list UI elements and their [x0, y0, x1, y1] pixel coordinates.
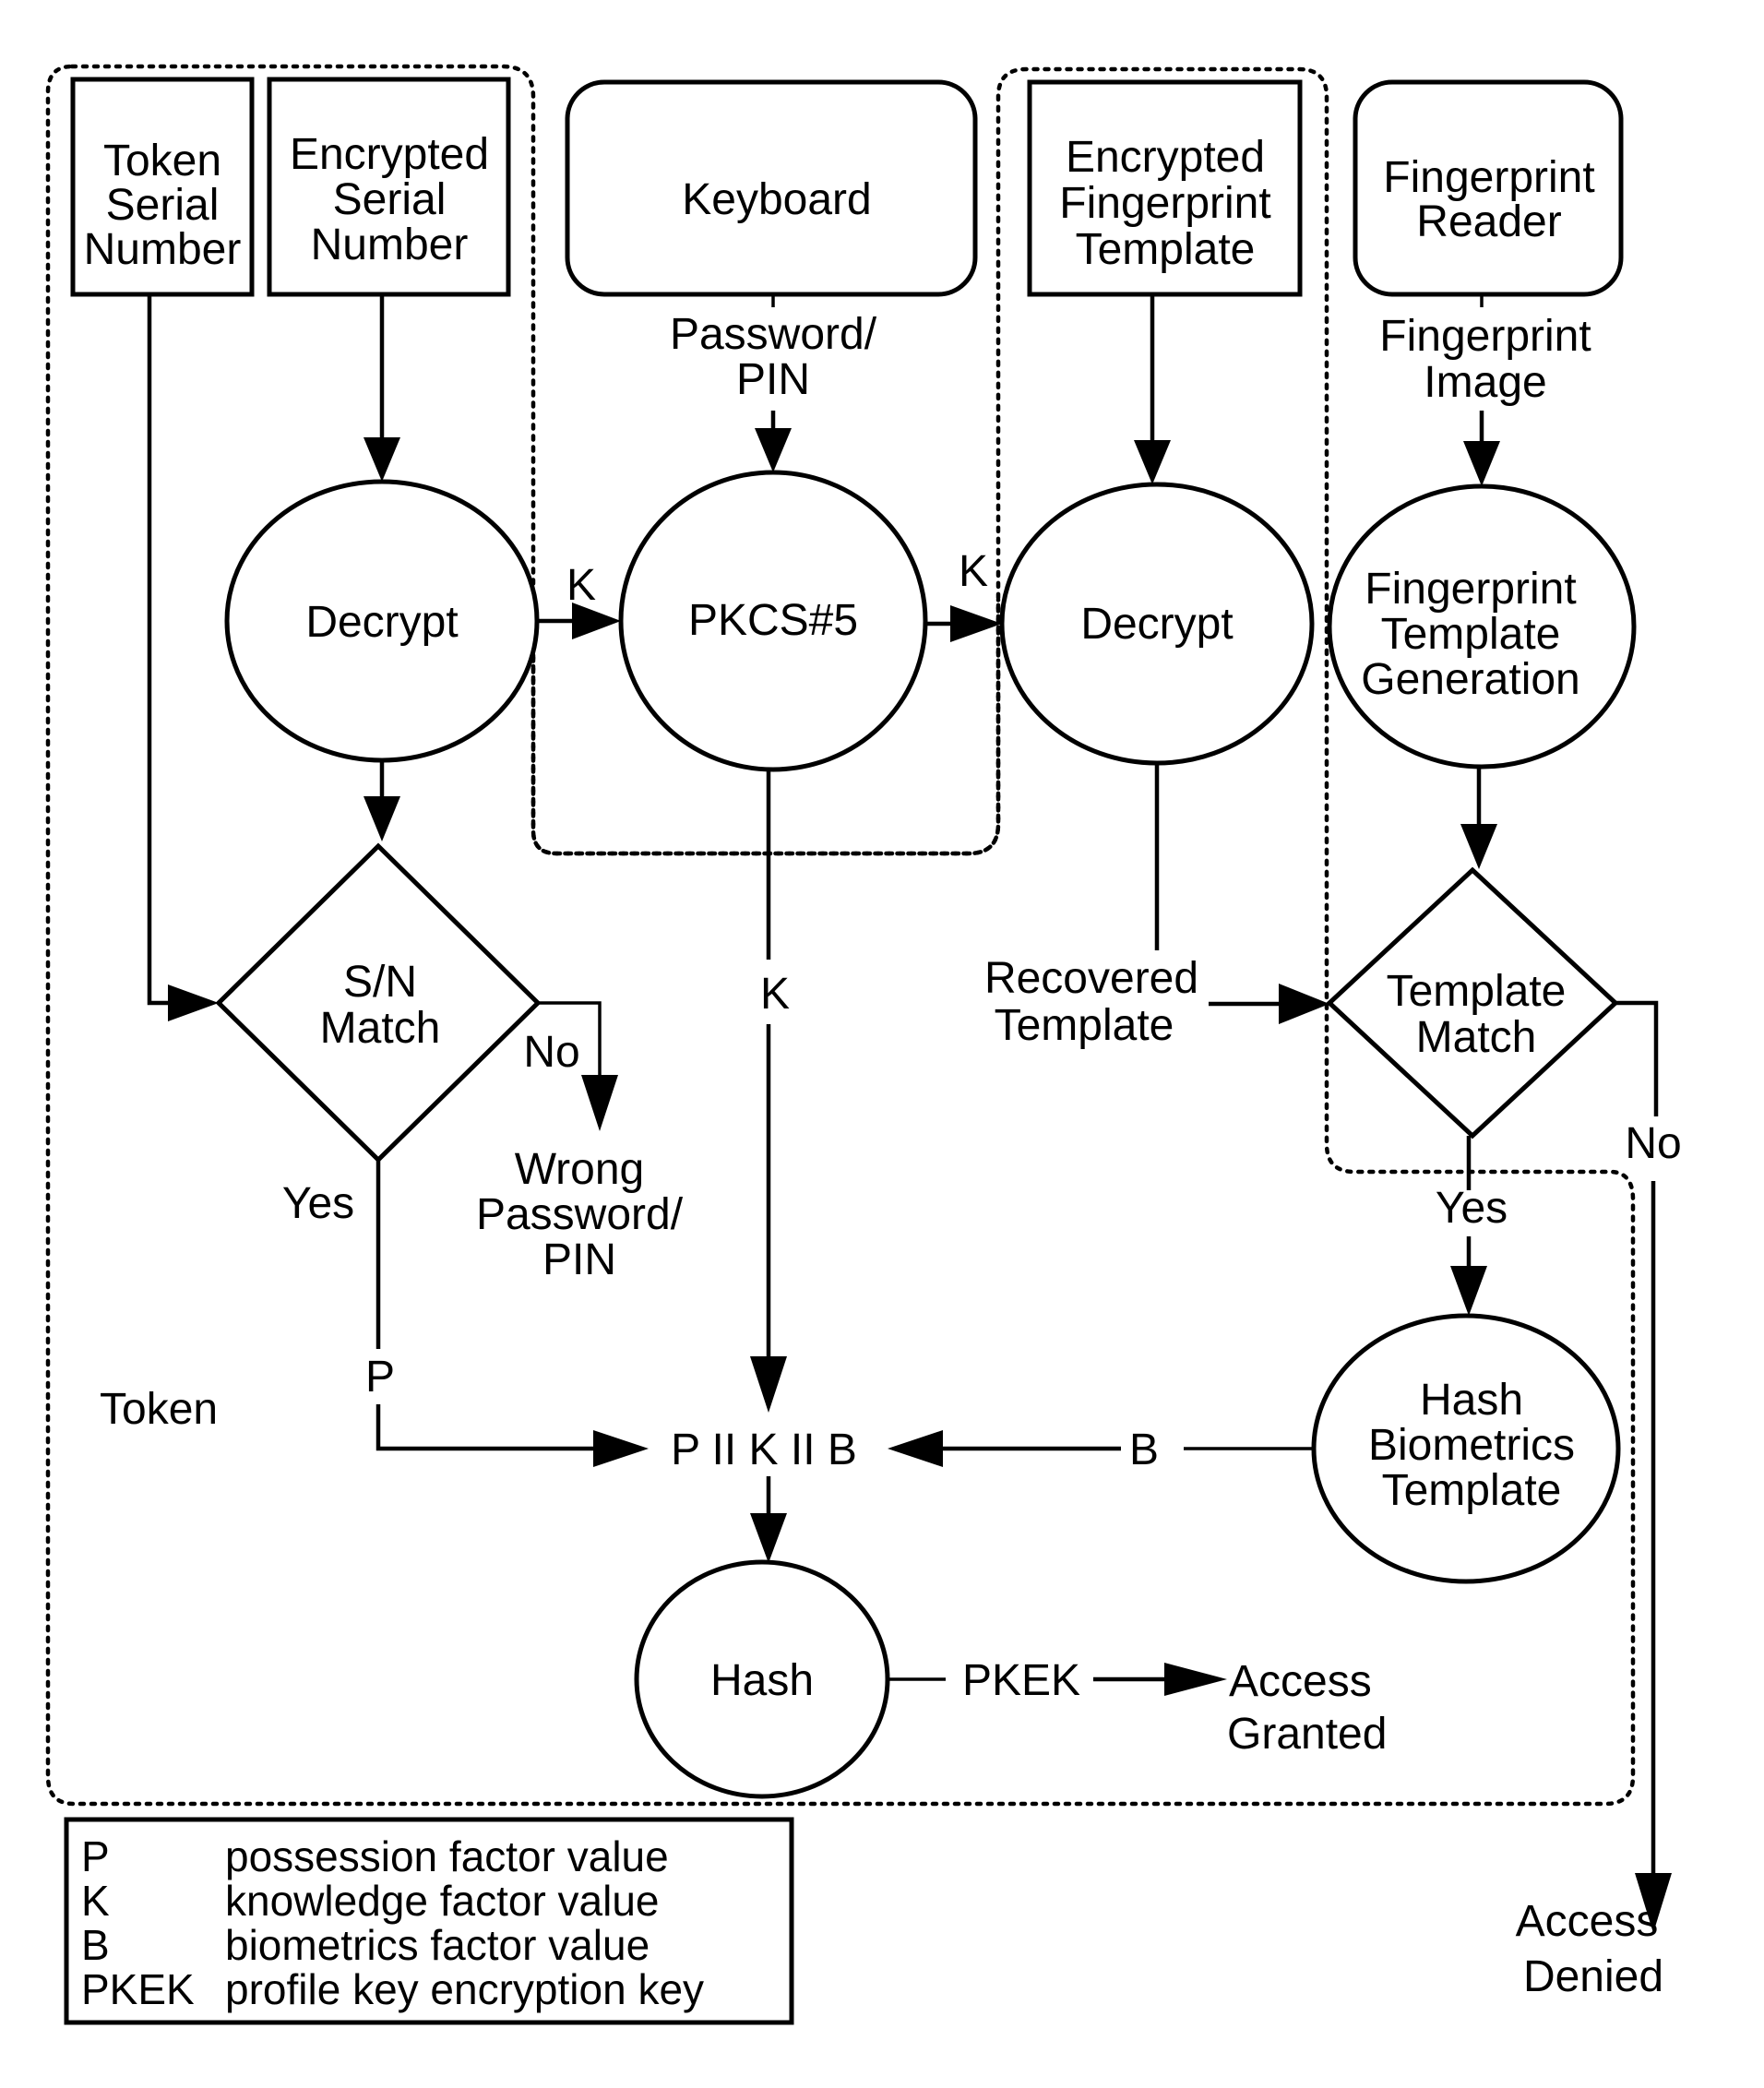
node-label-line: Keyboard [682, 175, 871, 224]
node-label-line: Hash [710, 1656, 814, 1705]
node-label-line: Encrypted [1066, 133, 1265, 182]
node-label-line: Number [84, 225, 242, 274]
arrowhead [750, 1356, 787, 1413]
edge-token-serial-to-sn-match [147, 294, 208, 1006]
node-label-line: Decrypt [305, 598, 458, 647]
legend-key: PKEK [81, 1965, 195, 2013]
node-decrypt-fingerprint: Decrypt [999, 482, 1315, 766]
node-label-line: Template [1076, 225, 1256, 274]
arrowhead [888, 1430, 943, 1467]
edge-label-yes: Yes [282, 1179, 354, 1228]
node-label-line: PKCS#5 [688, 596, 858, 645]
edge-label-access-granted: Access [1229, 1657, 1372, 1706]
node-pkcs5: PKCS#5 [618, 470, 928, 772]
legend-desc: profile key encryption key [225, 1965, 704, 2013]
node-fingerprint-template-generation: Fingerprint Template Generation [1327, 483, 1637, 770]
arrowhead [950, 605, 1002, 642]
edge-label-b: B [1129, 1426, 1159, 1474]
edge-label-p: P [365, 1353, 395, 1402]
legend: P possession factor value K knowledge fa… [64, 1817, 794, 2025]
legend-desc: possession factor value [225, 1832, 669, 1880]
edge-label-access-denied: Denied [1523, 1952, 1663, 2001]
edge-template-match-no [1615, 1000, 1659, 1116]
node-label-line: Token [103, 137, 221, 185]
legend-key: K [81, 1877, 110, 1925]
node-encrypted-fingerprint-template: Encrypted Fingerprint Template [1027, 79, 1303, 297]
edge-label-k: K [566, 561, 596, 610]
arrowhead [1134, 440, 1171, 484]
node-token-serial-number: Token Serial Number [70, 77, 255, 297]
node-concat-pkb: P II K II B [671, 1426, 857, 1474]
edge-label-no: No [523, 1028, 579, 1077]
edge-label-recovered-template: Template [995, 1001, 1174, 1050]
legend-desc: knowledge factor value [225, 1877, 660, 1925]
edge-label-wrong-password: Password/ [476, 1190, 684, 1239]
node-label-line: Fingerprint [1365, 565, 1576, 614]
node-label-line: Generation [1361, 655, 1580, 704]
edge-label-no: No [1625, 1119, 1681, 1168]
node-label-line: Template [1381, 610, 1561, 659]
arrowhead [168, 984, 219, 1021]
node-fingerprint-reader: Fingerprint Reader [1353, 79, 1624, 297]
edge-label-yes: Yes [1436, 1184, 1508, 1233]
node-label-line: Encrypted [290, 130, 489, 179]
arrowhead [581, 1075, 618, 1131]
node-sn-match: S/N Match [215, 842, 542, 1163]
edge-label-pkek: PKEK [962, 1656, 1080, 1705]
region-label-token: Token [100, 1385, 218, 1434]
node-label-line: Hash [1420, 1376, 1523, 1425]
node-label-line: Reader [1416, 197, 1561, 246]
node-hash: Hash [634, 1559, 890, 1799]
node-keyboard: Keyboard [565, 79, 978, 297]
node-hash-biometrics-template: Hash Biometrics Template [1311, 1313, 1621, 1584]
node-encrypted-serial-number: Encrypted Serial Number [267, 77, 511, 297]
node-decrypt-serial: Decrypt [224, 479, 540, 763]
arrowhead [1164, 1663, 1227, 1696]
node-label-line: Number [311, 221, 469, 269]
node-label-line: Biometrics [1368, 1421, 1575, 1470]
node-template-match: Template Match [1326, 866, 1619, 1139]
edge-label-wrong-password: PIN [542, 1235, 616, 1284]
node-label-line: Fingerprint [1383, 153, 1594, 202]
node-label-line: Match [1416, 1013, 1537, 1062]
node-label-line: Decrypt [1080, 600, 1233, 649]
arrowhead [1460, 824, 1497, 869]
node-label-line: Fingerprint [1059, 179, 1270, 228]
node-label-line: Serial [333, 175, 447, 224]
arrowhead [750, 1513, 787, 1563]
arrowhead [364, 796, 400, 841]
edge-p-to-concat [375, 1404, 609, 1451]
node-label-line: S/N [343, 958, 417, 1007]
legend-key: P [81, 1832, 110, 1880]
node-label-line: Serial [106, 181, 220, 230]
edge-label-k: K [959, 547, 988, 596]
edge-label-access-granted: Granted [1227, 1710, 1387, 1759]
legend-desc: biometrics factor value [225, 1921, 650, 1969]
arrowhead [593, 1430, 649, 1467]
edge-label-fingerprint-image: Fingerprint [1379, 312, 1591, 361]
edge-label-wrong-password: Wrong [515, 1145, 645, 1194]
edge-label-fingerprint-image: Image [1424, 358, 1546, 407]
edge-label-password-pin: PIN [736, 355, 810, 404]
node-label-line: Template [1382, 1466, 1562, 1515]
authentication-flow-diagram: Token Serial Number Encrypted Serial Num… [45, 64, 1682, 2025]
node-label-line: Template [1387, 967, 1567, 1016]
arrowhead [364, 437, 400, 482]
arrowhead [1463, 441, 1500, 486]
arrowhead [1279, 984, 1329, 1024]
edge-label-recovered-template: Recovered [984, 954, 1198, 1003]
edge-label-k: K [760, 970, 790, 1019]
node-label-line: Match [320, 1004, 441, 1053]
arrowhead [755, 428, 792, 472]
legend-key: B [81, 1921, 110, 1969]
edge-label-access-denied: Access [1516, 1897, 1659, 1946]
edge-label-password-pin: Password/ [670, 310, 877, 359]
arrowhead [1450, 1266, 1487, 1316]
